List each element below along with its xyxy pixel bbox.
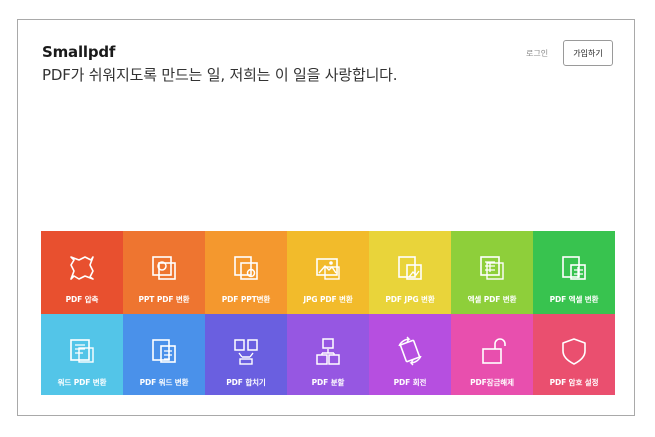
tool-tile[interactable]: JPG PDF 변환 <box>287 231 369 314</box>
compress-icon <box>65 251 99 289</box>
tool-label: PDF잠금해제 <box>470 378 514 387</box>
tool-tile[interactable]: PDF 압축 <box>41 231 123 314</box>
tool-label: 엑셀 PDF 변환 <box>467 295 517 304</box>
tool-tile[interactable]: PPT PDF 변환 <box>123 231 205 314</box>
protect-icon <box>557 334 591 372</box>
tool-tile[interactable]: PDF 워드 변환 <box>123 314 205 395</box>
tool-tile[interactable]: PDF PPT변환 <box>205 231 287 314</box>
tool-tile[interactable]: PDF JPG 변환 <box>369 231 451 314</box>
jpg-to-pdf-icon <box>311 251 345 289</box>
tool-label: PPT PDF 변환 <box>138 295 190 304</box>
pdf-to-excel-icon <box>557 251 591 289</box>
tool-label: PDF 분할 <box>311 378 345 387</box>
merge-icon <box>229 334 263 372</box>
tool-label: PDF 엑셀 변환 <box>549 295 599 304</box>
tool-tile[interactable]: PDF 엑셀 변환 <box>533 231 615 314</box>
tool-label: PDF PPT변환 <box>221 295 271 304</box>
tool-label: PDF 합치기 <box>226 378 266 387</box>
tool-label: PDF 회전 <box>393 378 427 387</box>
tool-tile[interactable]: PDF 합치기 <box>205 314 287 395</box>
tool-tile[interactable]: 엑셀 PDF 변환 <box>451 231 533 314</box>
tool-label: JPG PDF 변환 <box>303 295 353 304</box>
tool-tile[interactable]: PDF잠금해제 <box>451 314 533 395</box>
tool-tile[interactable]: PDF 분할 <box>287 314 369 395</box>
ppt-to-pdf-icon <box>147 251 181 289</box>
tool-label: PDF JPG 변환 <box>385 295 435 304</box>
excel-to-pdf-icon <box>475 251 509 289</box>
signup-button[interactable]: 가입하기 <box>563 40 613 66</box>
tool-tile[interactable]: PDF 암호 설정 <box>533 314 615 395</box>
tool-label: PDF 워드 변환 <box>139 378 189 387</box>
split-icon <box>311 334 345 372</box>
brand-logo[interactable]: Smallpdf <box>42 43 115 61</box>
pdf-to-ppt-icon <box>229 251 263 289</box>
rotate-icon <box>393 334 427 372</box>
login-link[interactable]: 로그인 <box>526 48 548 59</box>
unlock-icon <box>475 334 509 372</box>
pdf-to-word-icon <box>147 334 181 372</box>
tagline: PDF가 쉬워지도록 만드는 일, 저희는 이 일을 사랑합니다. <box>42 66 398 84</box>
tool-tile[interactable]: 워드 PDF 변환 <box>41 314 123 395</box>
pdf-to-jpg-icon <box>393 251 427 289</box>
tools-grid: PDF 압축 PPT PDF 변환 PDF PPT변환 JPG PDF 변환 PDF J… <box>41 231 615 395</box>
tool-label: PDF 압축 <box>65 295 99 304</box>
tool-tile[interactable]: PDF 회전 <box>369 314 451 395</box>
tool-label: PDF 암호 설정 <box>549 378 599 387</box>
word-to-pdf-icon <box>65 334 99 372</box>
tool-label: 워드 PDF 변환 <box>57 378 107 387</box>
